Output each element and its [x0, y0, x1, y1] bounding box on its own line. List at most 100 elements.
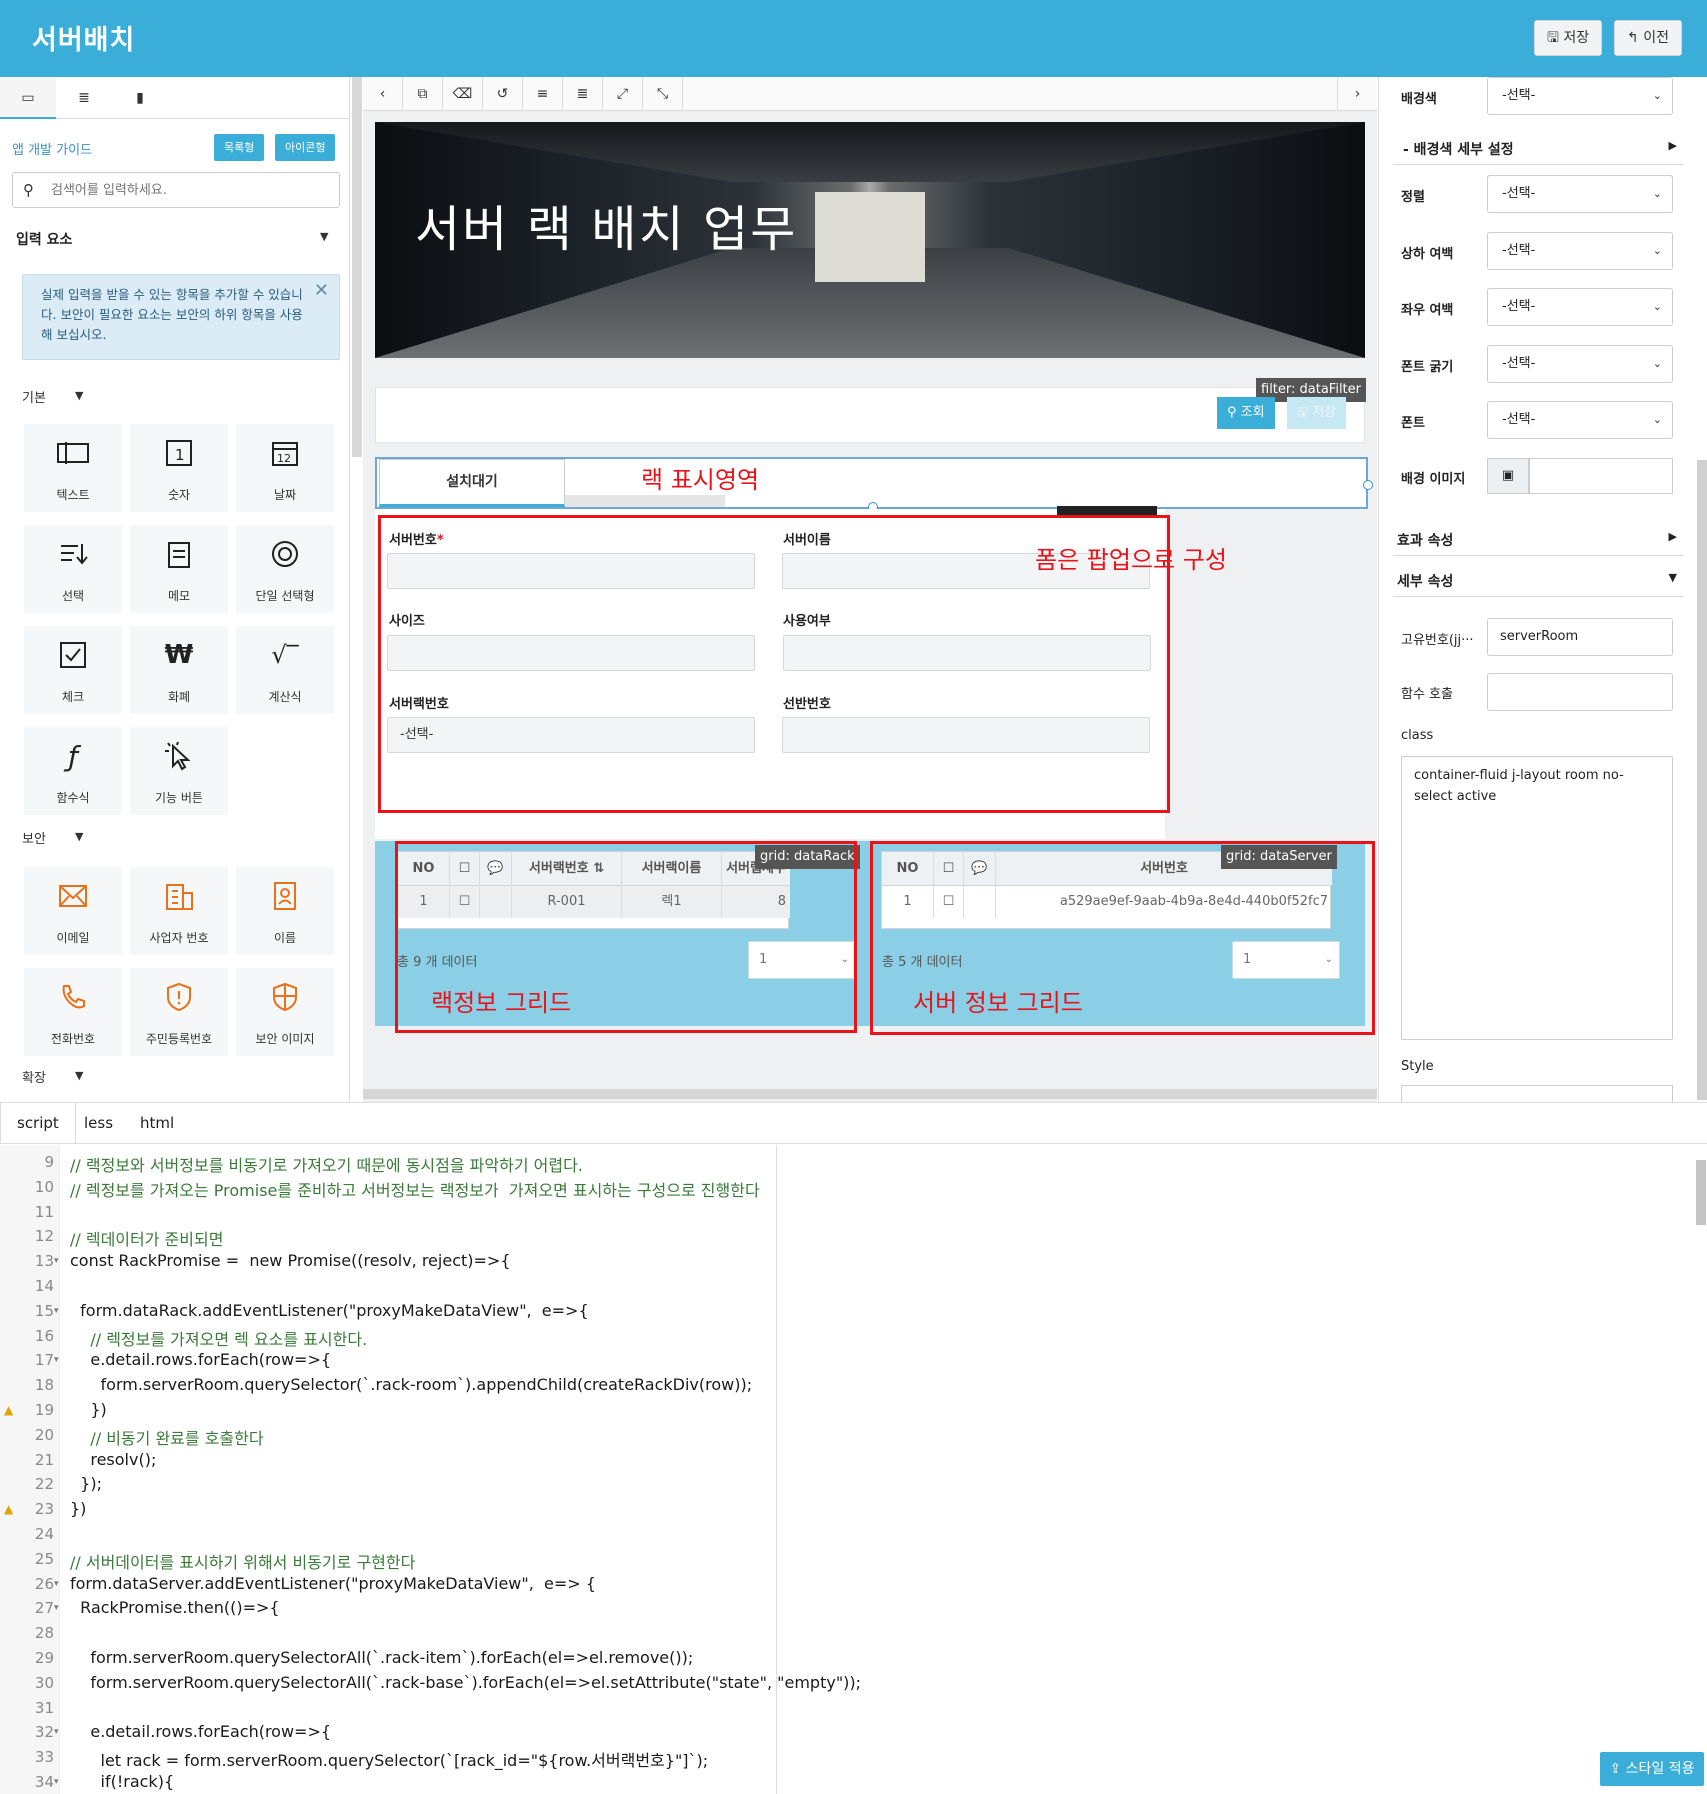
- code-line[interactable]: const RackPromise = new Promise((resolv,…: [70, 1251, 511, 1270]
- tab-components[interactable]: ▭: [0, 77, 56, 119]
- tile-check[interactable]: 체크: [24, 626, 122, 714]
- eraser-icon[interactable]: ⌫: [443, 77, 483, 111]
- code-line[interactable]: // 렉데이터가 준비되면: [70, 1226, 223, 1250]
- bg-color-select[interactable]: -선택- ⌄: [1487, 77, 1673, 115]
- tile-business-no[interactable]: 사업자 번호: [130, 867, 228, 955]
- tab-database[interactable]: ≣: [56, 77, 112, 119]
- tile-memo[interactable]: 메모: [130, 525, 228, 613]
- code-line[interactable]: RackPromise.then(()=>{: [70, 1598, 279, 1617]
- fold-toggle-icon[interactable]: ▾: [54, 1777, 59, 1787]
- tab-pending-install[interactable]: 설치대기: [379, 459, 565, 507]
- align-left-icon[interactable]: ≡: [523, 77, 563, 111]
- query-button[interactable]: ⚲ 조회: [1217, 397, 1275, 429]
- code-line[interactable]: form.serverRoom.querySelectorAll(`.rack-…: [70, 1673, 861, 1692]
- fold-toggle-icon[interactable]: ▾: [54, 1355, 59, 1365]
- code-line[interactable]: // 비동기 완료를 호출한다: [70, 1425, 263, 1449]
- code-line[interactable]: }): [70, 1400, 106, 1419]
- tile-currency[interactable]: ₩ 화폐: [130, 626, 228, 714]
- tile-resident-no[interactable]: 주민등록번호: [130, 968, 228, 1056]
- code-line[interactable]: e.detail.rows.forEach(row=>{: [70, 1350, 331, 1369]
- tile-text[interactable]: 텍스트: [24, 424, 122, 512]
- tab-script[interactable]: script: [0, 1103, 76, 1143]
- warning-icon[interactable]: ▲: [4, 1403, 13, 1417]
- font-weight-select[interactable]: -선택- ⌄: [1487, 345, 1673, 383]
- caret-down-icon[interactable]: ▼: [75, 389, 83, 402]
- fold-toggle-icon[interactable]: ▾: [54, 1306, 59, 1316]
- v-margin-select[interactable]: -선택- ⌄: [1487, 232, 1673, 270]
- tile-date[interactable]: 12 날짜: [236, 424, 334, 512]
- resize-handle[interactable]: [1363, 480, 1373, 490]
- font-select[interactable]: -선택- ⌄: [1487, 401, 1673, 439]
- tile-function[interactable]: ƒ 함수식: [24, 727, 122, 815]
- tile-action-button[interactable]: 기능 버튼: [130, 727, 228, 815]
- undo-icon[interactable]: ↺: [483, 77, 523, 111]
- caret-down-icon[interactable]: ▼: [75, 830, 83, 843]
- detail-section[interactable]: 세부 속성 ▼: [1393, 571, 1683, 597]
- list-view-button[interactable]: 목록형: [214, 134, 265, 161]
- tab-html[interactable]: html: [124, 1103, 190, 1143]
- code-line[interactable]: let rack = form.serverRoom.querySelector…: [70, 1747, 709, 1771]
- code-editor[interactable]: 9 // 랙정보와 서버정보를 비동기로 가져오기 때문에 동시점을 파악하기 어…: [0, 1145, 1707, 1794]
- caret-down-icon[interactable]: ▼: [320, 230, 328, 243]
- chevron-left-icon[interactable]: ‹: [363, 77, 403, 111]
- right-scrollbar[interactable]: [1697, 460, 1707, 1100]
- code-line[interactable]: // 서버데이터를 표시하기 위해서 비동기로 구현한다: [70, 1549, 415, 1573]
- fold-toggle-icon[interactable]: ▾: [54, 1579, 59, 1589]
- fold-toggle-icon[interactable]: ▾: [54, 1727, 59, 1737]
- tile-select[interactable]: 선택: [24, 525, 122, 613]
- close-icon[interactable]: ✕: [314, 281, 329, 301]
- code-line[interactable]: if(!rack){: [70, 1772, 175, 1791]
- left-scrollbar[interactable]: [352, 77, 362, 457]
- save-button[interactable]: 🖫 저장: [1534, 20, 1603, 56]
- section-input[interactable]: 입력 요소: [16, 229, 72, 249]
- sub-extension[interactable]: 확장: [22, 1067, 46, 1086]
- editor-scrollbar[interactable]: [1696, 1160, 1706, 1225]
- code-line[interactable]: }): [70, 1499, 86, 1518]
- icon-view-button[interactable]: 아이콘형: [275, 134, 336, 161]
- tile-phone[interactable]: 전화번호: [24, 968, 122, 1056]
- dev-guide-link[interactable]: 앱 개발 가이드: [12, 139, 92, 158]
- code-line[interactable]: // 렉정보를 가져오는 Promise를 준비하고 서버정보는 랙정보가 가져…: [70, 1177, 760, 1201]
- tile-email[interactable]: 이메일: [24, 867, 122, 955]
- back-button[interactable]: ↰ 이전: [1614, 20, 1682, 56]
- canvas-h-scrollbar[interactable]: [363, 1089, 1377, 1099]
- copy-icon[interactable]: ⧉: [403, 77, 443, 111]
- bg-detail-section[interactable]: - 배경색 세부 설정 ▶: [1393, 139, 1683, 165]
- code-line[interactable]: form.serverRoom.querySelector(`.rack-roo…: [70, 1375, 753, 1394]
- class-textarea[interactable]: container-fluid j-layout room no-select …: [1401, 756, 1673, 1040]
- tile-secure-image[interactable]: 보안 이미지: [236, 968, 334, 1056]
- func-call-input[interactable]: [1487, 673, 1673, 711]
- h-margin-select[interactable]: -선택- ⌄: [1487, 288, 1673, 326]
- code-line[interactable]: form.dataServer.addEventListener("proxyM…: [70, 1574, 596, 1593]
- caret-down-icon[interactable]: ▼: [75, 1069, 83, 1082]
- code-line[interactable]: // 랙정보와 서버정보를 비동기로 가져오기 때문에 동시점을 파악하기 어렵…: [70, 1152, 583, 1176]
- filter-save-button[interactable]: 🖫 저장: [1287, 397, 1347, 429]
- sub-basic[interactable]: 기본: [22, 387, 46, 406]
- effect-section[interactable]: 효과 속성 ▶: [1393, 530, 1683, 556]
- align-select[interactable]: -선택- ⌄: [1487, 175, 1673, 213]
- tile-number[interactable]: 1 숫자: [130, 424, 228, 512]
- tile-formula[interactable]: √‾ 계산식: [236, 626, 334, 714]
- apply-style-button[interactable]: ⇪ 스타일 적용: [1600, 1752, 1704, 1786]
- code-line[interactable]: form.dataRack.addEventListener("proxyMak…: [70, 1301, 588, 1320]
- style-textarea[interactable]: [1401, 1085, 1673, 1102]
- image-icon[interactable]: ▣: [1487, 458, 1529, 494]
- tab-book[interactable]: ▮: [112, 77, 168, 119]
- code-line[interactable]: // 렉정보를 가져오면 렉 요소를 표시한다.: [70, 1326, 367, 1350]
- sub-security[interactable]: 보안: [22, 828, 46, 847]
- tile-name[interactable]: 이름: [236, 867, 334, 955]
- search-input[interactable]: [51, 173, 331, 207]
- expand-icon[interactable]: ⤢: [603, 77, 643, 111]
- code-line[interactable]: resolv();: [70, 1450, 156, 1469]
- fold-toggle-icon[interactable]: ▾: [54, 1603, 59, 1613]
- code-line[interactable]: form.serverRoom.querySelectorAll(`.rack-…: [70, 1648, 693, 1667]
- code-line[interactable]: e.detail.rows.forEach(row=>{: [70, 1722, 331, 1741]
- align-right-icon[interactable]: ≣: [563, 77, 603, 111]
- code-line[interactable]: });: [70, 1474, 102, 1493]
- chevron-right-icon[interactable]: ›: [1337, 77, 1377, 111]
- tab-less[interactable]: less: [68, 1103, 129, 1143]
- bg-image-input[interactable]: [1529, 458, 1673, 494]
- tile-radio[interactable]: 단일 선택형: [236, 525, 334, 613]
- compress-icon[interactable]: ⤡: [643, 77, 683, 111]
- warning-icon[interactable]: ▲: [4, 1502, 13, 1516]
